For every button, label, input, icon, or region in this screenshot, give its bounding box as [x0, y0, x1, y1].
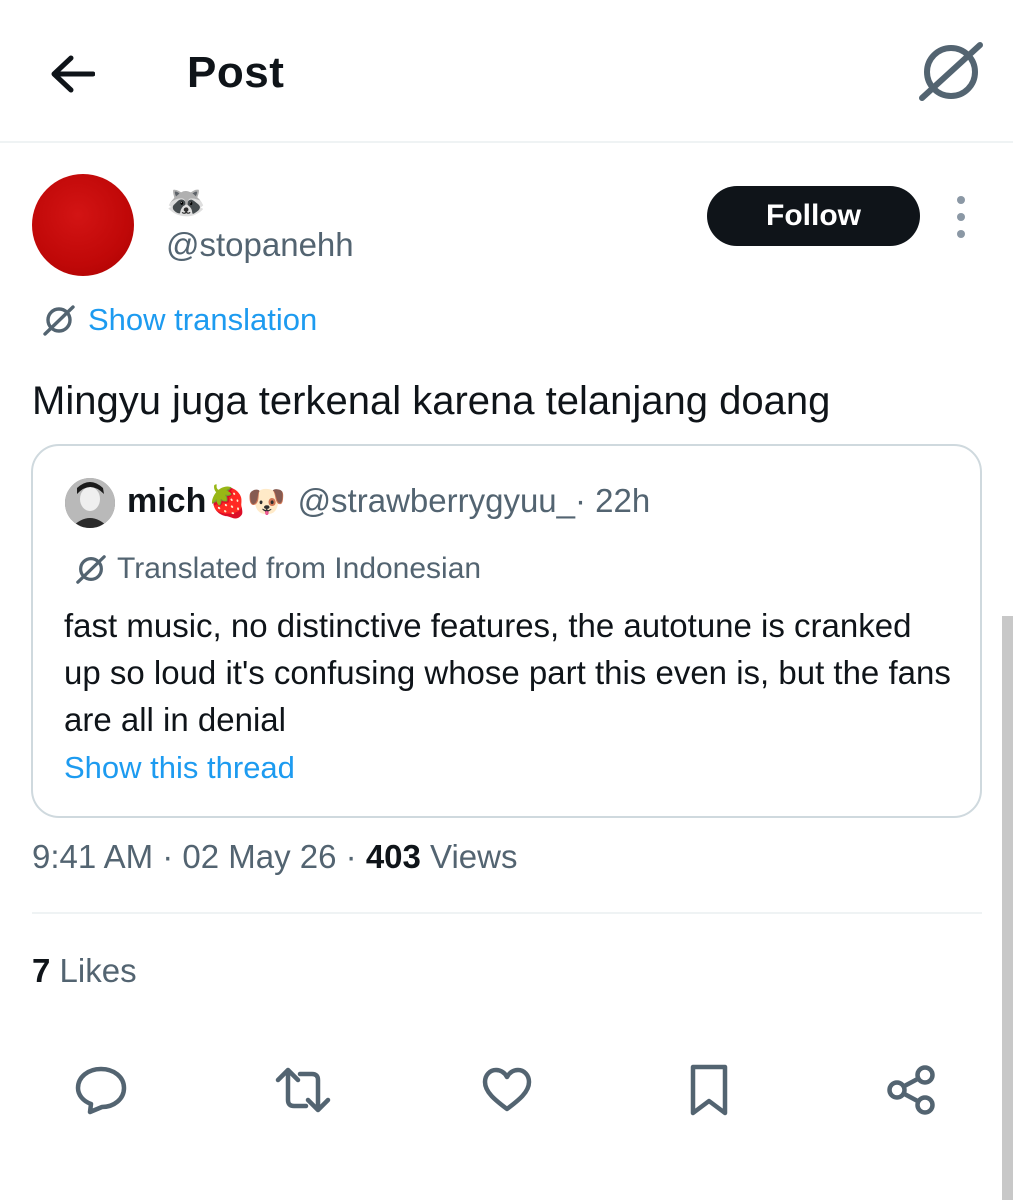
share-button[interactable] — [876, 1055, 946, 1125]
bookmark-icon — [690, 1064, 728, 1116]
quoted-author-emojis: 🍓🐶 — [208, 483, 286, 520]
show-translation-link[interactable]: Show translation — [42, 302, 317, 338]
translate-icon — [76, 555, 106, 584]
likes-label: Likes — [50, 952, 137, 989]
share-icon — [887, 1065, 935, 1115]
post-text: Mingyu juga terkenal karena telanjang do… — [32, 379, 831, 423]
author-avatar[interactable] — [32, 174, 134, 276]
avatar-photo — [65, 478, 115, 528]
more-vertical-icon — [957, 196, 965, 204]
translate-button[interactable] — [916, 40, 986, 104]
repost-button[interactable] — [268, 1055, 338, 1125]
top-app-bar: Post — [0, 0, 1013, 143]
follow-button[interactable]: Follow — [707, 186, 920, 246]
quoted-post-card[interactable]: mich 🍓🐶 @strawberrygyuu_ · 22h Translate… — [31, 444, 982, 818]
show-thread-link[interactable]: Show this thread — [64, 750, 295, 786]
heart-icon — [482, 1067, 532, 1112]
meta-separator: · — [336, 838, 366, 875]
repost-icon — [275, 1067, 331, 1113]
author-handle[interactable]: @stopanehh — [166, 226, 354, 264]
quoted-post-text: fast music, no distinctive features, the… — [64, 607, 951, 738]
author-display-name[interactable]: 🦝 — [166, 184, 206, 220]
show-translation-label: Show translation — [88, 302, 318, 337]
scrollbar[interactable] — [1002, 616, 1013, 1200]
arrow-left-icon — [51, 55, 95, 93]
post-date: 02 May 26 — [182, 838, 337, 875]
quoted-post-header: mich 🍓🐶 @strawberrygyuu_ · 22h — [127, 478, 650, 524]
likes-count: 7 — [32, 952, 51, 989]
back-button[interactable] — [44, 46, 100, 102]
more-options-button[interactable] — [944, 196, 978, 238]
page-title: Post — [187, 48, 285, 97]
quoted-author-avatar[interactable] — [65, 478, 115, 528]
translate-icon — [919, 42, 983, 101]
post-metadata: 9:41 AM · 02 May 26 · 403 Views — [32, 838, 518, 876]
reply-button[interactable] — [66, 1055, 136, 1125]
bookmark-button[interactable] — [674, 1055, 744, 1125]
quoted-author-name[interactable]: mich — [127, 482, 206, 521]
views-label[interactable]: Views — [421, 838, 517, 875]
translate-icon — [43, 305, 75, 336]
translated-from-label: Translated from Indonesian — [75, 552, 481, 586]
likes-summary[interactable]: 7 Likes — [32, 952, 137, 990]
quoted-author-handle[interactable]: @strawberrygyuu_ — [298, 482, 575, 520]
views-count[interactable]: 403 — [366, 838, 421, 875]
post-time: 9:41 AM — [32, 838, 154, 875]
more-vertical-icon — [957, 230, 965, 238]
translated-from-text: Translated from Indonesian — [117, 552, 482, 585]
action-bar — [0, 1055, 1013, 1125]
more-vertical-icon — [957, 213, 965, 221]
divider — [32, 912, 982, 914]
reply-icon — [75, 1066, 127, 1115]
meta-separator: · — [153, 838, 183, 875]
like-button[interactable] — [472, 1055, 542, 1125]
quoted-post-time: · 22h — [575, 482, 651, 519]
